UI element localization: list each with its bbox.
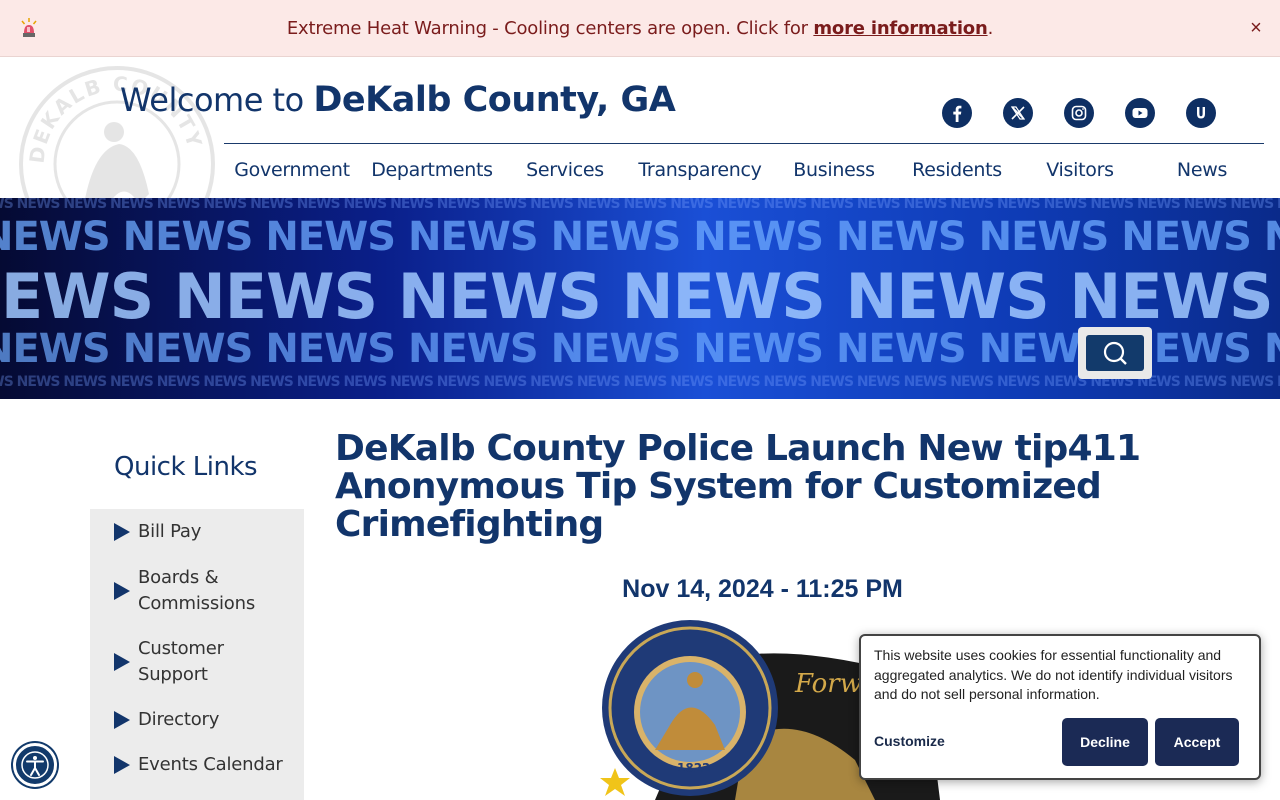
- nav-item-departments[interactable]: Departments: [360, 154, 504, 186]
- cookie-consent-dialog: This website uses cookies for essential …: [859, 634, 1261, 780]
- search-icon: [1103, 341, 1127, 365]
- nav-item-visitors[interactable]: Visitors: [1020, 154, 1140, 186]
- quick-link-directory[interactable]: Directory: [90, 707, 304, 733]
- article-date: Nov 14, 2024 - 11:25 PM: [622, 575, 903, 603]
- play-arrow-icon: [114, 711, 130, 729]
- accessibility-button[interactable]: [13, 743, 57, 787]
- quick-link-bill-pay[interactable]: Bill Pay: [90, 519, 304, 545]
- alert-suffix: .: [987, 17, 994, 39]
- quick-link-events-calendar[interactable]: Events Calendar: [90, 752, 304, 778]
- alert-text: Extreme Heat Warning - Cooling centers a…: [286, 17, 814, 39]
- quick-link-label: Events Calendar: [138, 754, 283, 775]
- alert-close-button[interactable]: ×: [1246, 17, 1266, 39]
- play-arrow-icon: [114, 523, 130, 541]
- nav-item-government[interactable]: Government: [224, 154, 360, 186]
- alert-more-info-link[interactable]: more information: [813, 18, 987, 39]
- article-title: DeKalb County Police Launch New tip411 A…: [335, 428, 1141, 545]
- youtube-icon[interactable]: [1125, 98, 1155, 128]
- nav-item-services[interactable]: Services: [504, 154, 626, 186]
- accessibility-icon: [21, 751, 49, 779]
- banner-row: NEWS NEWS NEWS NEWS NEWS NEWS NEWS NEWS …: [0, 214, 1280, 260]
- siren-icon: [21, 18, 37, 37]
- svg-text:1822: 1822: [677, 761, 710, 775]
- svg-text:Forw: Forw: [794, 669, 862, 699]
- quick-link-customer-support[interactable]: Customer Support: [90, 636, 304, 688]
- site-title[interactable]: Welcome to DeKalb County, GA: [120, 80, 676, 120]
- quick-link-boards-commissions[interactable]: Boards & Commissions: [90, 565, 304, 617]
- instagram-icon[interactable]: [1064, 98, 1094, 128]
- nav-item-transparency[interactable]: Transparency: [626, 154, 774, 186]
- play-arrow-icon: [114, 653, 130, 671]
- x-icon[interactable]: [1003, 98, 1033, 128]
- play-arrow-icon: [114, 756, 130, 774]
- nav-item-news[interactable]: News: [1140, 154, 1264, 186]
- alert-message: Extreme Heat Warning - Cooling centers a…: [287, 18, 993, 39]
- quick-link-label: Directory: [138, 709, 220, 730]
- nav-item-residents[interactable]: Residents: [894, 154, 1020, 186]
- facebook-icon[interactable]: [942, 98, 972, 128]
- quick-links-title: Quick Links: [114, 452, 258, 482]
- quick-link-label: Customer Support: [138, 638, 224, 685]
- cookie-message: This website uses cookies for essential …: [874, 647, 1233, 702]
- cookie-accept-button[interactable]: Accept: [1155, 718, 1239, 766]
- cookie-decline-button[interactable]: Decline: [1062, 718, 1148, 766]
- welcome-prefix: Welcome to: [120, 81, 314, 119]
- quick-link-label: Bill Pay: [138, 521, 202, 542]
- search-button[interactable]: [1078, 327, 1152, 379]
- play-arrow-icon: [114, 582, 130, 600]
- banner-row: NEWS NEWS NEWS NEWS NEWS NEWS NEWS NEWS …: [0, 198, 1280, 212]
- nav-item-business[interactable]: Business: [774, 154, 894, 186]
- nav-divider: [224, 143, 1264, 144]
- main-nav: Government Departments Services Transpar…: [224, 154, 1264, 186]
- site-header: DEKALB COUNTY GEORGIA Welcome to DeKalb …: [0, 54, 1280, 260]
- alert-bar: Extreme Heat Warning - Cooling centers a…: [0, 0, 1280, 57]
- county-name: DeKalb County, GA: [313, 80, 676, 120]
- u-icon[interactable]: [1186, 98, 1216, 128]
- quick-link-label: Boards & Commissions: [138, 567, 256, 614]
- banner-row: NEWS NEWS NEWS NEWS NEWS NEWS NEWS NEWS: [0, 260, 1280, 333]
- cookie-customize-button[interactable]: Customize: [874, 733, 945, 749]
- quick-links-list: Bill Pay Boards & Commissions Customer S…: [90, 509, 304, 800]
